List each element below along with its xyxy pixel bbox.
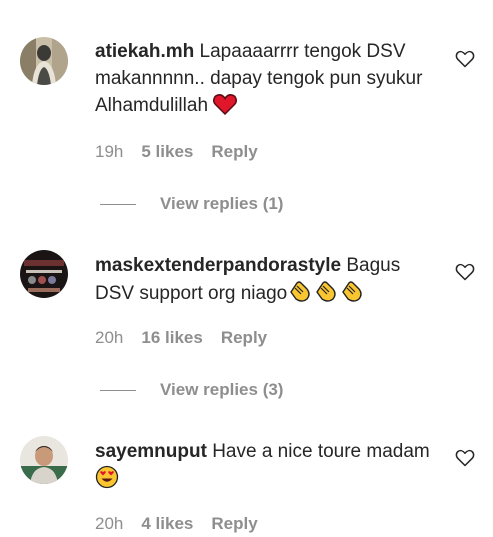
comment-username[interactable]: atiekah.mh: [95, 41, 194, 62]
comment-text: sayemnuput Have a nice toure madam: [95, 438, 430, 497]
avatar[interactable]: [20, 37, 68, 85]
reply-button[interactable]: Reply: [211, 514, 257, 534]
like-heart-icon[interactable]: [455, 49, 477, 71]
comment-timestamp: 19h: [95, 142, 124, 161]
avatar[interactable]: [20, 436, 68, 484]
comment-meta: 20h 16 likes Reply: [95, 328, 267, 348]
clapping-hands-icon: [287, 279, 313, 311]
comment-likes[interactable]: 5 likes: [141, 142, 193, 162]
like-heart-icon[interactable]: [455, 262, 477, 284]
reply-button[interactable]: Reply: [211, 142, 257, 162]
view-replies-label: View replies (1): [160, 194, 284, 213]
divider: [100, 389, 136, 391]
avatar[interactable]: [20, 250, 68, 298]
reply-button[interactable]: Reply: [221, 328, 267, 348]
heart-eyes-face-icon: [95, 465, 119, 497]
clapping-hands-icon: [313, 279, 339, 311]
comment-username[interactable]: sayemnuput: [95, 441, 207, 462]
comment-likes[interactable]: 16 likes: [141, 328, 202, 348]
comment-username[interactable]: maskextenderpandorastyle: [95, 255, 341, 276]
clapping-hands-icon: [339, 279, 365, 311]
view-replies-button[interactable]: View replies (1): [100, 194, 283, 214]
comment-timestamp: 20h: [95, 514, 124, 533]
comment-meta: 20h 4 likes Reply: [95, 514, 258, 534]
like-heart-icon[interactable]: [455, 448, 477, 470]
comment-text: atiekah.mh Lapaaaarrrr tengok DSV makann…: [95, 38, 430, 123]
divider: [100, 203, 136, 205]
comment-meta: 19h 5 likes Reply: [95, 142, 258, 162]
view-replies-button[interactable]: View replies (3): [100, 380, 283, 400]
comment-body: Have a nice toure madam: [212, 441, 430, 462]
view-replies-label: View replies (3): [160, 380, 284, 399]
comment-likes[interactable]: 4 likes: [141, 514, 193, 534]
comment-timestamp: 20h: [95, 328, 124, 347]
red-heart-icon: [213, 93, 238, 123]
comment-text: maskextenderpandorastyle Bagus DSV suppo…: [95, 252, 430, 311]
